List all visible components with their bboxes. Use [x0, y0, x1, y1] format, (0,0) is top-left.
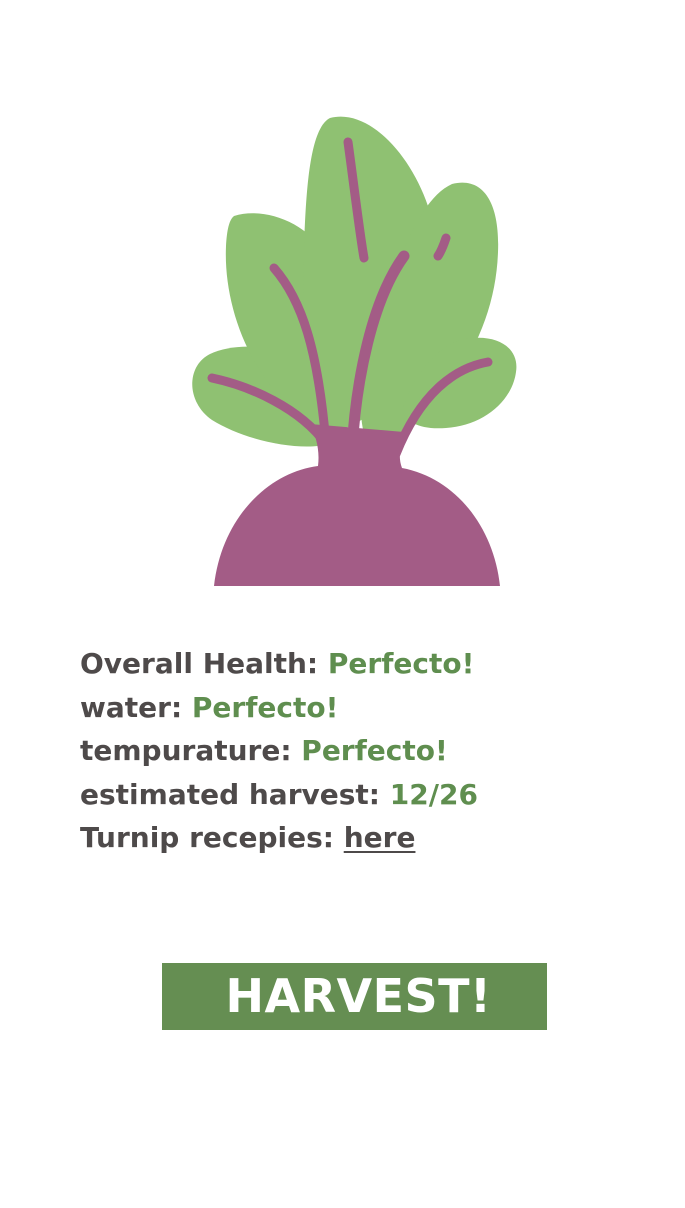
estimated-harvest-value: 12/26 — [389, 777, 478, 811]
temperature-label: tempurature: — [80, 734, 292, 767]
turnip-icon — [192, 116, 517, 586]
recipes-link[interactable]: here — [344, 821, 416, 854]
overall-health-value: Perfecto! — [327, 647, 475, 680]
water-row: water: Perfecto! — [80, 686, 640, 730]
estimated-harvest-label: estimated harvest: — [80, 777, 381, 811]
overall-health-label: Overall Health: — [80, 647, 319, 680]
recipes-row: Turnip recepies: here — [80, 816, 640, 860]
overall-health-row: Overall Health: Perfecto! — [80, 642, 640, 686]
harvest-button[interactable]: HARVEST! — [162, 963, 547, 1030]
estimated-harvest-row: estimated harvest: 12/26 — [80, 773, 640, 817]
temperature-value: Perfecto! — [301, 734, 448, 767]
temperature-row: tempurature: Perfecto! — [80, 729, 640, 773]
water-value: Perfecto! — [191, 690, 339, 724]
turnip-root — [214, 424, 500, 586]
plant-stats: Overall Health: Perfecto! water: Perfect… — [80, 642, 640, 860]
water-label: water: — [80, 690, 183, 724]
recipes-label: Turnip recepies: — [80, 821, 334, 854]
